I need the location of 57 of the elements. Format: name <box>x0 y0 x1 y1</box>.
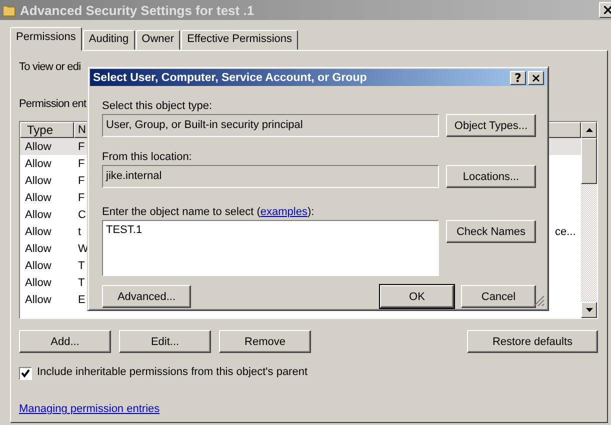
add-button[interactable]: Add... <box>19 330 111 353</box>
scroll-up-icon[interactable] <box>581 122 597 138</box>
help-link[interactable]: Managing permission entries <box>19 403 160 415</box>
resize-grip-icon[interactable] <box>533 295 545 307</box>
field-label: From this location: <box>102 150 193 165</box>
scroll-down-icon[interactable] <box>581 302 597 318</box>
tab[interactable]: Permissions <box>10 27 82 51</box>
edit-button[interactable]: Edit... <box>119 330 211 353</box>
table-cell-text: Allow <box>24 192 52 204</box>
table-cell-text: Allow <box>24 140 52 152</box>
scroll-thumb[interactable] <box>581 138 597 184</box>
ok-button[interactable]: OK <box>380 285 454 308</box>
cancel-button[interactable]: Cancel <box>461 285 536 308</box>
object-types-button[interactable]: Object Types... <box>446 114 536 137</box>
table-cell-text: ce... <box>555 226 577 238</box>
tab[interactable]: Auditing <box>82 30 135 50</box>
table-cell-text: Allow <box>24 242 52 254</box>
table-cell-text: E <box>78 294 86 306</box>
dialog-title: Select User, Computer, Service Account, or Group <box>93 72 368 84</box>
table-cell-text: F <box>78 158 86 170</box>
column-header[interactable]: Type <box>20 122 74 138</box>
table-cell-text: T <box>78 276 86 288</box>
table-cell-text: Allow <box>24 260 52 272</box>
locations-button[interactable]: Locations... <box>446 165 536 188</box>
entries-label: Permission ent <box>19 98 86 112</box>
advanced-button[interactable]: Advanced... <box>102 285 191 308</box>
checkbox[interactable] <box>19 367 32 380</box>
table-cell-text: t <box>78 226 82 238</box>
tab[interactable]: Effective Permissions <box>181 30 298 50</box>
table-cell-text: F <box>78 174 86 186</box>
check-names-button[interactable]: Check Names <box>446 220 536 243</box>
object-type-field: User, Group, or Built-in security principal <box>102 114 439 137</box>
close-button[interactable]: × <box>528 70 544 84</box>
table-cell-text: Allow <box>24 158 52 170</box>
examples-link[interactable]: examples <box>260 206 308 218</box>
table-cell-text: Allow <box>24 276 52 288</box>
remove-button[interactable]: Remove <box>219 330 311 353</box>
folder-icon <box>2 3 16 17</box>
table-cell-text: Allow <box>24 208 52 220</box>
scrollbar[interactable] <box>581 122 597 318</box>
checkbox-label: Include inheritable permissions from this object's parent <box>37 366 308 380</box>
object-name-field[interactable]: TEST.1 <box>102 220 439 276</box>
window-title: Advanced Security Settings for test .1 <box>20 2 256 18</box>
location-field: jike.internal <box>102 165 439 188</box>
table-cell-text: Allow <box>24 226 52 238</box>
table-cell-text: F <box>78 192 86 204</box>
help-button[interactable]: ? <box>510 70 526 84</box>
table-cell-text: F <box>78 140 86 152</box>
instruction-text: To view or edi <box>19 61 81 75</box>
tab[interactable]: Owner <box>136 30 180 50</box>
field-label: Enter the object name to select (examples): <box>102 205 316 220</box>
table-cell-text: Allow <box>24 174 52 186</box>
table-cell-text: T <box>78 260 86 272</box>
field-label: Select this object type: <box>102 99 214 114</box>
table-cell-text: C <box>78 208 87 220</box>
table-cell-text: Allow <box>24 294 52 306</box>
restore-defaults-button[interactable]: Restore defaults <box>467 330 598 353</box>
